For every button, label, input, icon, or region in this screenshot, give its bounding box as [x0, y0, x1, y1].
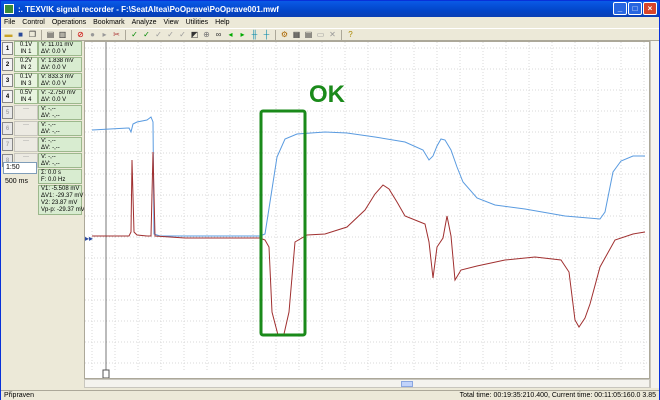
toolbar-separator [125, 29, 126, 40]
sheet-icon[interactable]: ▭ [315, 30, 326, 40]
time-readout: Total time: 00:19:35:210.400, Current ti… [459, 392, 656, 399]
horizontal-scrollbar[interactable] [84, 379, 650, 388]
channel-row: 5 --- V: -,-- ΔV: -,-- [1, 105, 83, 121]
signal-svg[interactable]: OK ▸▸ [85, 42, 649, 379]
channel-values: V: 1.838 mV ΔV: 0.0 V [38, 57, 82, 72]
vertical-scrollbar[interactable] [650, 41, 659, 388]
grid-icon[interactable]: ▦ [291, 30, 302, 40]
channel-row: 2 0.2V IN 2 V: 1.838 mV ΔV: 0.0 V [1, 57, 83, 73]
channel-button[interactable]: 1 [2, 42, 13, 55]
scroll-thumb[interactable] [401, 381, 413, 387]
check-alt-icon[interactable]: ✓ [153, 30, 164, 40]
table-icon[interactable]: ▤ [303, 30, 314, 40]
check-multi-icon[interactable]: ✓ [141, 30, 152, 40]
channel-button[interactable]: 3 [2, 74, 13, 87]
help-icon[interactable]: ? [345, 30, 356, 40]
cursor-icon[interactable]: ╫ [249, 30, 260, 40]
channel-sensitivity[interactable]: 0.1V IN 3 [14, 73, 38, 88]
toolbar: ▬ ■ ❐ ▤ ▥ ⊘ ● ▸ ✂ ✓ ✓ ✓ ✓ ✓ ◩ ⊕ ∞ ◂ ▸ ╫ … [1, 28, 659, 41]
cursor-handle-icon[interactable] [102, 369, 110, 379]
window-title: :. TEXVIK signal recorder - F:\SeatAltea… [18, 4, 279, 14]
trigger-marker-icon[interactable]: ▸▸ [85, 234, 93, 243]
arrow-right-icon[interactable]: ▸ [237, 30, 248, 40]
channel-row: 7 --- V: -,-- ΔV: -,-- [1, 137, 83, 153]
channel-button[interactable]: 2 [2, 58, 13, 71]
menu-help[interactable]: Help [215, 19, 229, 26]
print-icon[interactable]: ▤ [45, 30, 56, 40]
zoom-icon[interactable]: ⊕ [201, 30, 212, 40]
check-gray2-icon[interactable]: ✓ [177, 30, 188, 40]
cursor-dropdown-icon[interactable]: ┼ [261, 30, 272, 40]
menu-file[interactable]: File [4, 19, 15, 26]
channel-values: V: -,-- ΔV: -,-- [38, 121, 82, 136]
channel-sensitivity[interactable]: --- [14, 105, 38, 120]
channel-values: V: -2.750 mV ΔV: 0.0 V [38, 89, 82, 104]
channel-sensitivity[interactable]: --- [14, 137, 38, 152]
settings-icon[interactable]: ⚙ [279, 30, 290, 40]
channel-panel: 1 0.1V IN 1 V: 11.01 mV ΔV: 0.0 V 2 0.2V IN… [1, 41, 85, 389]
channel-values: V: -,-- ΔV: -,-- [38, 137, 82, 152]
cut-icon[interactable]: ✂ [111, 30, 122, 40]
channel-values: V: -,-- ΔV: -,-- [38, 105, 82, 120]
menu-utilities[interactable]: Utilities [186, 19, 209, 26]
menu-bookmark[interactable]: Bookmark [93, 19, 125, 26]
menu-operations[interactable]: Operations [52, 19, 86, 26]
channel-sensitivity[interactable]: 0.5V IN 4 [14, 89, 38, 104]
channel-sensitivity[interactable]: 0.2V IN 2 [14, 57, 38, 72]
app-icon [4, 4, 14, 14]
status-text: Připraven [4, 392, 34, 399]
toolbar-separator [341, 29, 342, 40]
time-measure: Σ: 0.0 s F: 0.0 Hz [38, 169, 82, 184]
channel-button[interactable]: 5 [2, 106, 13, 119]
toolbar-separator [41, 29, 42, 40]
close-button[interactable]: × [643, 2, 657, 15]
main-window: :. TEXVIK signal recorder - F:\SeatAltea… [0, 0, 660, 400]
check-gray-icon[interactable]: ✓ [165, 30, 176, 40]
channel-values: V: 11.01 mV ΔV: 0.0 V [38, 41, 82, 56]
channel-button[interactable]: 4 [2, 90, 13, 103]
stop-record-icon[interactable]: ⊘ [75, 30, 86, 40]
channel-values: V: -,-- ΔV: -,-- [38, 153, 82, 168]
channel-row: 4 0.5V IN 4 V: -2.750 mV ΔV: 0.0 V [1, 89, 83, 105]
channel-sensitivity[interactable]: --- [14, 121, 38, 136]
channel-row: 3 0.1V IN 3 V: 833.3 mV ΔV: 0.0 V [1, 73, 83, 89]
channel-sensitivity[interactable]: 0.1V IN 1 [14, 41, 38, 56]
signal-plot[interactable]: OK ▸▸ [84, 41, 650, 379]
title-bar: :. TEXVIK signal recorder - F:\SeatAltea… [1, 1, 659, 17]
menu-bar: File Control Operations Bookmark Analyze… [1, 17, 659, 28]
delete-icon[interactable]: ✕ [327, 30, 338, 40]
copy-icon[interactable]: ❐ [27, 30, 38, 40]
channel-row: 1 0.1V IN 1 V: 11.01 mV ΔV: 0.0 V [1, 41, 83, 57]
save-icon[interactable]: ■ [15, 30, 26, 40]
play-icon[interactable]: ▸ [99, 30, 110, 40]
ok-annotation-label: OK [309, 81, 346, 108]
check-icon[interactable]: ✓ [129, 30, 140, 40]
arrow-left-icon[interactable]: ◂ [225, 30, 236, 40]
record-icon[interactable]: ● [87, 30, 98, 40]
menu-analyze[interactable]: Analyze [132, 19, 157, 26]
ratio-select[interactable]: 1:50 [3, 162, 37, 174]
minimize-button[interactable]: _ [613, 2, 627, 15]
toolbar-separator [71, 29, 72, 40]
color-icon[interactable]: ◩ [189, 30, 200, 40]
channel-button[interactable]: 7 [2, 138, 13, 151]
print-preview-icon[interactable]: ▥ [57, 30, 68, 40]
menu-view[interactable]: View [164, 19, 179, 26]
toolbar-separator [275, 29, 276, 40]
channel-1-trace [91, 116, 645, 237]
maximize-button[interactable]: □ [628, 2, 642, 15]
open-icon[interactable]: ▬ [3, 30, 14, 40]
channel-button[interactable]: 6 [2, 122, 13, 135]
channel-row: 6 --- V: -,-- ΔV: -,-- [1, 121, 83, 137]
timebase-label: 500 ms [3, 177, 37, 189]
menu-control[interactable]: Control [22, 19, 45, 26]
channel-values: V: 833.3 mV ΔV: 0.0 V [38, 73, 82, 88]
voltage-measure: V1: -5.508 mV ΔV1: -29.37 mV V2: 23.87 m… [38, 185, 85, 215]
status-bar: Připraven Total time: 00:19:35:210.400, … [1, 390, 659, 400]
binoculars-icon[interactable]: ∞ [213, 30, 224, 40]
